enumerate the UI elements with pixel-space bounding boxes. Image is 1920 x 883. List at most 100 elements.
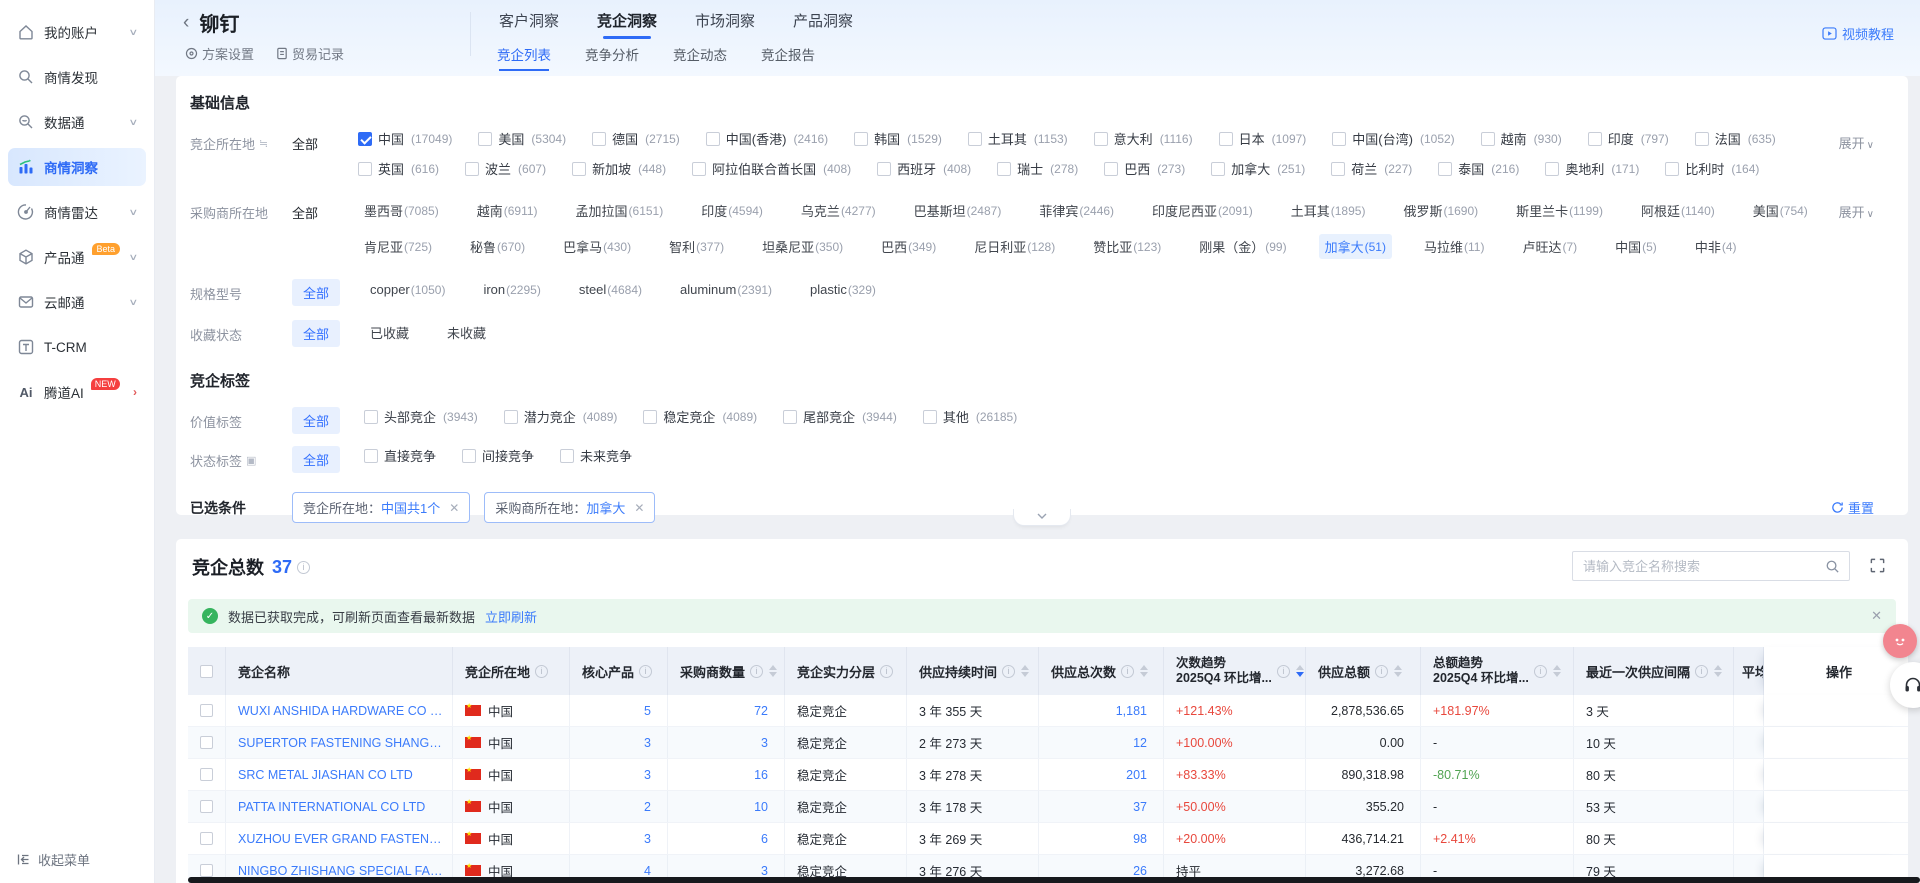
status-tag-checkbox[interactable]: 未来竞争 (560, 446, 632, 465)
spec-option[interactable]: aluminum(2391) (674, 279, 778, 300)
refresh-now-link[interactable]: 立即刷新 (485, 607, 537, 626)
sort-icon[interactable] (769, 665, 777, 677)
info-icon[interactable]: i (297, 561, 310, 574)
checkbox[interactable] (560, 449, 574, 463)
spec-option[interactable]: iron(2295) (477, 279, 546, 300)
row-checkbox[interactable] (200, 800, 213, 813)
checkbox[interactable] (706, 132, 720, 146)
all-chip[interactable]: 全部 (292, 446, 340, 473)
status-tag-checkbox[interactable]: 直接竞争 (364, 446, 436, 465)
collapse-filters-button[interactable] (1013, 509, 1071, 526)
sort-icon[interactable] (1394, 665, 1402, 677)
checkbox[interactable] (1665, 162, 1679, 176)
buyer-country-option[interactable]: 墨西哥(7085) (358, 198, 445, 223)
core-products-link[interactable]: 3 (644, 832, 651, 846)
info-icon[interactable]: i (1121, 665, 1134, 678)
checkbox[interactable] (1332, 132, 1346, 146)
all-chip[interactable]: 全部 (292, 279, 340, 306)
sidebar-item-discovery[interactable]: 商情发现 (8, 58, 146, 96)
buyer-country-option[interactable]: 尼日利亚(128) (968, 234, 1061, 259)
core-products-link[interactable]: 2 (644, 800, 651, 814)
country-checkbox[interactable]: 西班牙(408) (877, 159, 971, 178)
checkbox[interactable] (997, 162, 1011, 176)
checkbox[interactable] (1094, 132, 1108, 146)
buyer-country-option[interactable]: 菲律宾(2446) (1033, 198, 1120, 223)
checkbox[interactable] (572, 162, 586, 176)
buyers-count-link[interactable]: 10 (754, 800, 768, 814)
core-products-link[interactable]: 5 (644, 704, 651, 718)
buyers-count-link[interactable]: 6 (761, 832, 768, 846)
value-tag-checkbox[interactable]: 尾部竞企(3944) (783, 407, 897, 426)
supply-times-link[interactable]: 98 (1133, 832, 1147, 846)
info-icon[interactable]: i (880, 665, 893, 678)
buyer-country-option[interactable]: 坦桑尼亚(350) (756, 234, 849, 259)
remove-chip-icon[interactable]: ✕ (634, 501, 644, 515)
row-checkbox[interactable] (200, 768, 213, 781)
buyer-country-option[interactable]: 中非(4) (1689, 234, 1743, 259)
info-icon[interactable]: i (639, 665, 652, 678)
supply-times-link[interactable]: 37 (1133, 800, 1147, 814)
country-checkbox[interactable]: 越南(930) (1481, 129, 1562, 148)
company-name-link[interactable]: XUZHOU EVER GRAND FASTENERS... (238, 832, 446, 846)
value-tag-checkbox[interactable]: 潜力竞企(4089) (504, 407, 618, 426)
row-checkbox[interactable] (200, 736, 213, 749)
checkbox[interactable] (1481, 132, 1495, 146)
country-checkbox[interactable]: 美国(5304) (478, 129, 566, 148)
buyer-country-option[interactable]: 美国(754) (1747, 198, 1814, 223)
supply-times-link[interactable]: 12 (1133, 736, 1147, 750)
buyer-country-option[interactable]: 卢旺达(7) (1516, 234, 1583, 259)
checkbox[interactable] (968, 132, 982, 146)
all-chip[interactable]: 全部 (292, 320, 340, 347)
info-icon[interactable]: i (1375, 665, 1388, 678)
country-checkbox[interactable]: 意大利(1116) (1094, 129, 1193, 148)
buyer-country-option[interactable]: 乌克兰(4277) (795, 198, 882, 223)
country-checkbox[interactable]: 瑞士(278) (997, 159, 1078, 178)
sidebar-item-tcrm[interactable]: T-CRM (8, 328, 146, 366)
buyer-country-option[interactable]: 秘鲁(670) (464, 234, 531, 259)
checkbox[interactable] (358, 132, 372, 146)
buyer-country-option[interactable]: 智利(377) (663, 234, 730, 259)
checkbox[interactable] (1588, 132, 1602, 146)
buyers-count-link[interactable]: 3 (761, 736, 768, 750)
checkbox[interactable] (465, 162, 479, 176)
back-icon[interactable]: ‹ (183, 13, 189, 32)
checkbox[interactable] (462, 449, 476, 463)
spec-option[interactable]: steel(4684) (573, 279, 648, 300)
horizontal-scrollbar[interactable] (188, 877, 1920, 883)
country-checkbox[interactable]: 新加坡(448) (572, 159, 666, 178)
country-checkbox[interactable]: 英国(616) (358, 159, 439, 178)
value-tag-checkbox[interactable]: 稳定竞企(4089) (643, 407, 757, 426)
sidebar-item-ai[interactable]: Ai 腾道AI NEW › (8, 373, 146, 411)
country-checkbox[interactable]: 韩国(1529) (854, 129, 942, 148)
buyer-country-option[interactable]: 刚果（金）(99) (1193, 234, 1292, 259)
remove-chip-icon[interactable]: ✕ (449, 501, 459, 515)
sidebar-item-market-insight[interactable]: 商情洞察 (8, 148, 146, 186)
checkbox[interactable] (592, 132, 606, 146)
value-tag-checkbox[interactable]: 其他(26185) (923, 407, 1017, 426)
checkbox[interactable] (877, 162, 891, 176)
status-tag-checkbox[interactable]: 间接竞争 (462, 446, 534, 465)
country-checkbox[interactable]: 德国(2715) (592, 129, 680, 148)
buyer-country-option[interactable]: 阿根廷(1140) (1635, 198, 1721, 223)
sub-tab[interactable]: 竞企动态 (673, 44, 727, 64)
buyer-country-option[interactable]: 赞比亚(123) (1087, 234, 1167, 259)
country-checkbox[interactable]: 印度(797) (1588, 129, 1669, 148)
core-products-link[interactable]: 4 (644, 864, 651, 878)
sidebar-item-data[interactable]: 数据通 ∨ (8, 103, 146, 141)
country-checkbox[interactable]: 日本(1097) (1219, 129, 1307, 148)
country-checkbox[interactable]: 荷兰(227) (1331, 159, 1412, 178)
expand-link[interactable]: 展开∨ (1839, 133, 1874, 152)
country-checkbox[interactable]: 波兰(607) (465, 159, 546, 178)
supply-times-link[interactable]: 201 (1126, 768, 1147, 782)
sub-tab[interactable]: 竞争分析 (585, 44, 639, 64)
row-checkbox[interactable] (200, 704, 213, 717)
grid-icon[interactable]: ▣ (246, 454, 256, 467)
select-all-checkbox[interactable] (200, 665, 213, 678)
supply-times-link[interactable]: 26 (1133, 864, 1147, 878)
buyer-country-option[interactable]: 中国(5) (1609, 234, 1663, 259)
info-icon[interactable]: i (1534, 665, 1547, 678)
checkbox[interactable] (643, 410, 657, 424)
country-checkbox[interactable]: 巴西(273) (1104, 159, 1185, 178)
sort-icon[interactable] (1140, 665, 1148, 677)
checkbox[interactable] (692, 162, 706, 176)
